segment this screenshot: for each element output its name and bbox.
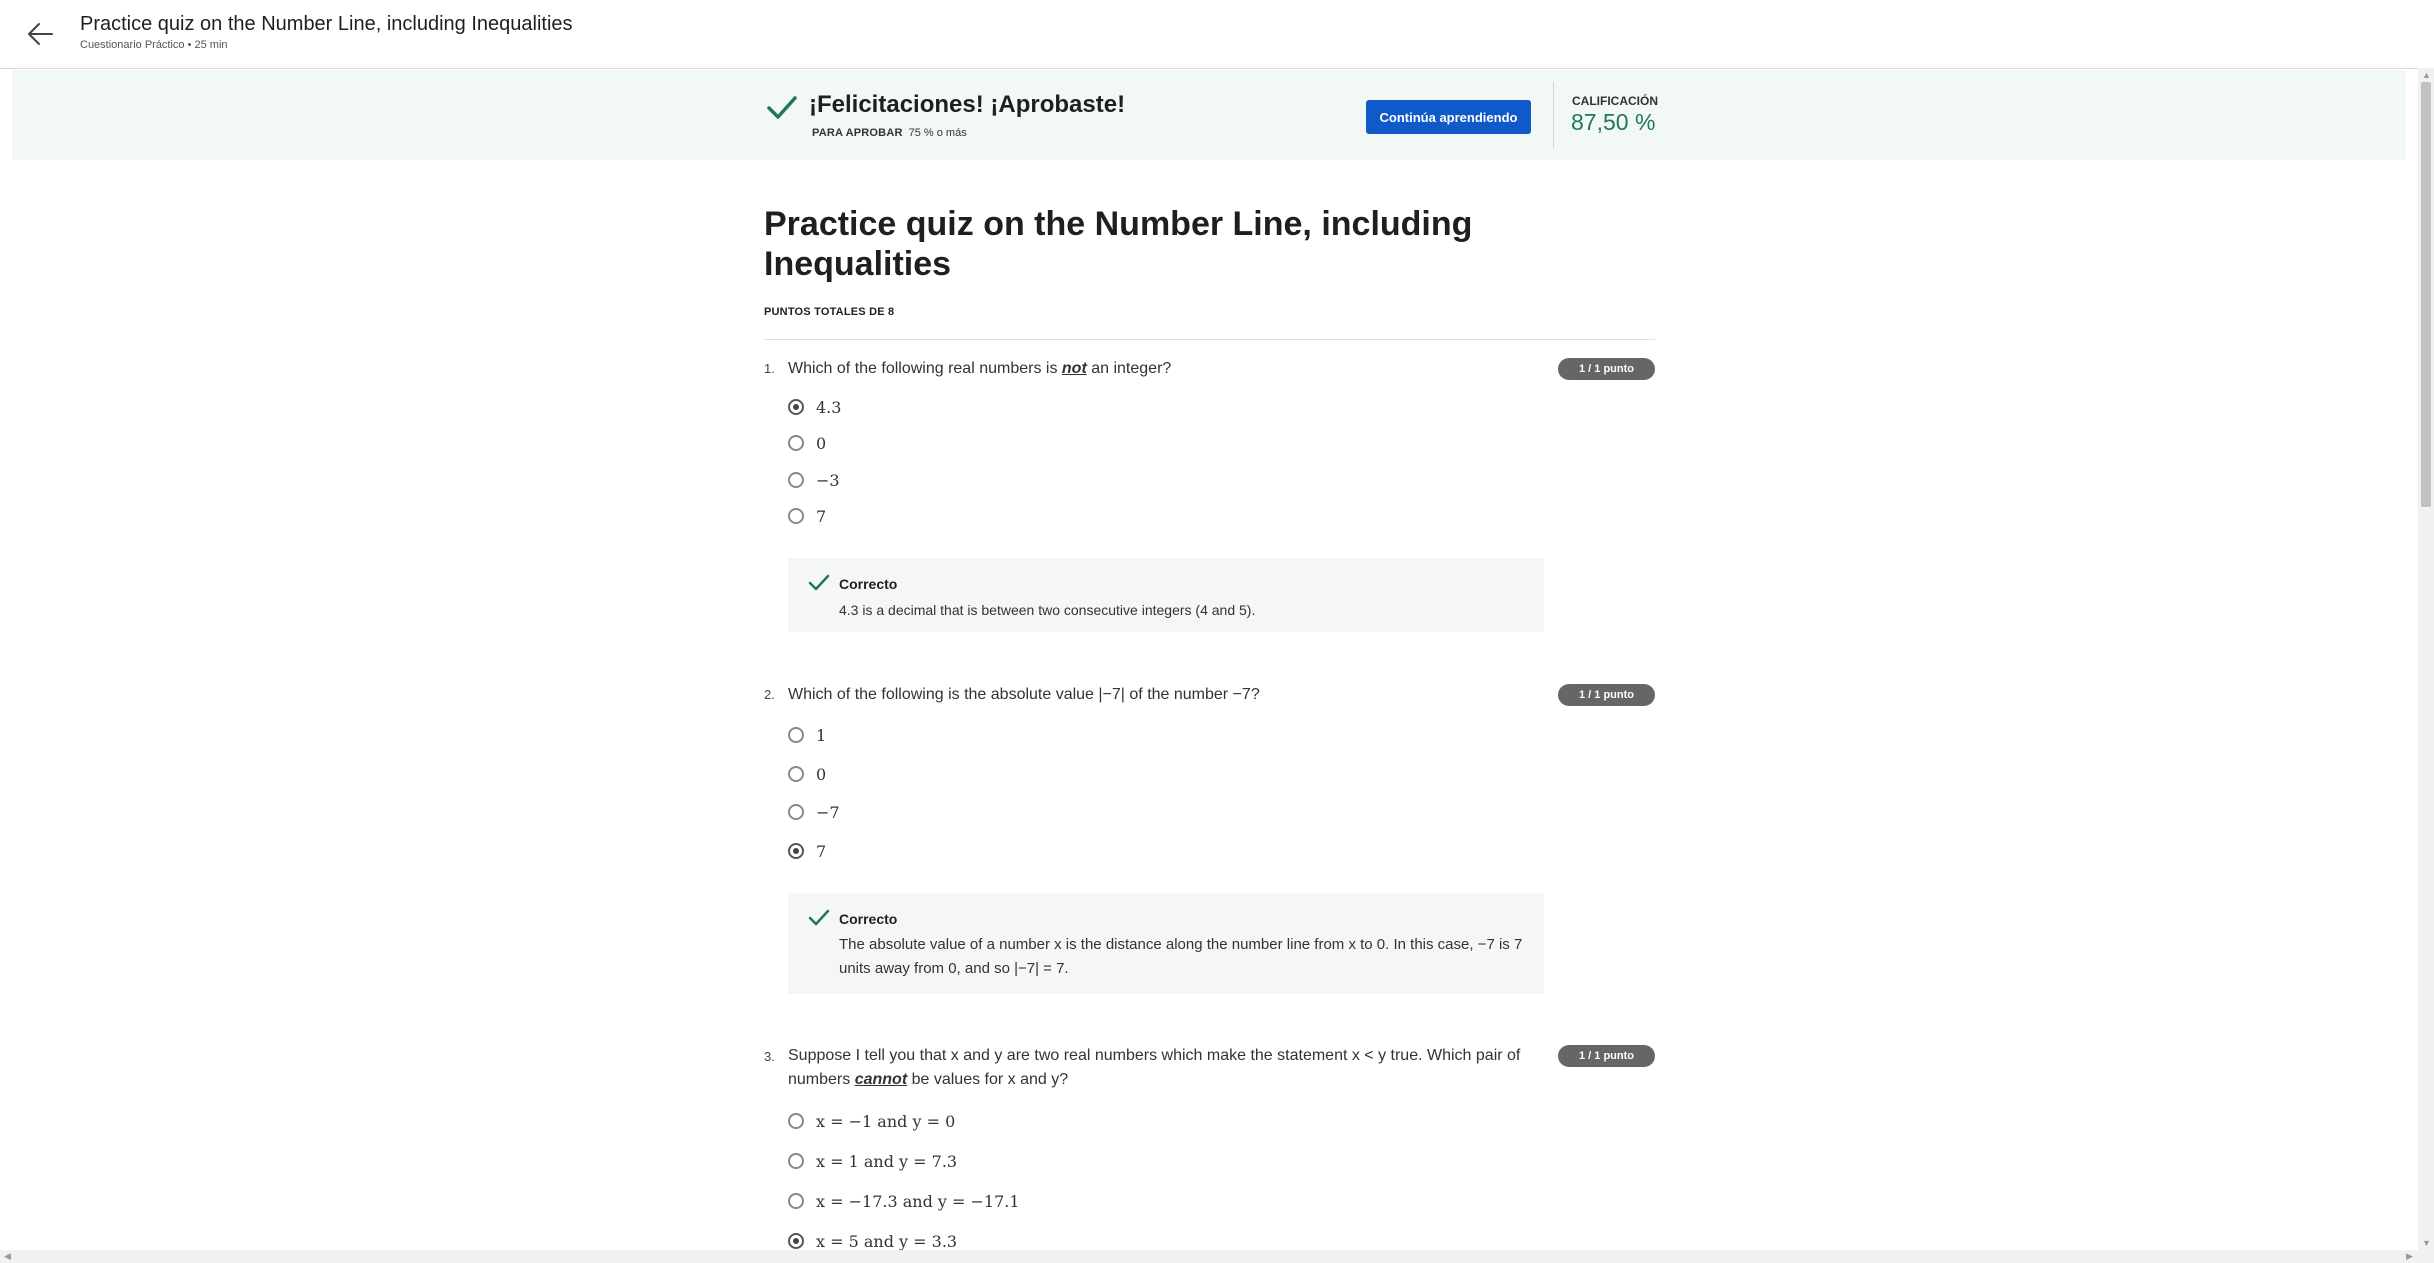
feedback-box: Correcto 4.3 is a decimal that is betwee… bbox=[788, 558, 1544, 632]
answer-option[interactable]: 0 bbox=[788, 762, 826, 786]
question-text: Which of the following is the absolute v… bbox=[788, 686, 1260, 703]
question-text-part: an integer? bbox=[1086, 360, 1172, 377]
feedback-title: Correcto bbox=[839, 911, 898, 927]
answer-option[interactable]: x = −17.3 and y = −17.1 bbox=[788, 1189, 1020, 1213]
radio-button[interactable] bbox=[788, 472, 804, 488]
points-badge: 1 / 1 punto bbox=[1558, 1045, 1655, 1067]
answer-option[interactable]: x = 1 and y = 7.3 bbox=[788, 1149, 957, 1173]
question-number: 1. bbox=[764, 361, 775, 376]
feedback-box: Correcto The absolute value of a number … bbox=[788, 893, 1544, 994]
grade-label: CALIFICACIÓN bbox=[1572, 94, 1658, 108]
grade-value: 87,50 % bbox=[1571, 109, 1656, 135]
option-label: 4.3 bbox=[816, 397, 842, 417]
points-badge: 1 / 1 punto bbox=[1558, 684, 1655, 706]
option-label: 7 bbox=[816, 506, 827, 526]
check-icon bbox=[808, 909, 830, 927]
feedback-text: 4.3 is a decimal that is between two con… bbox=[839, 602, 1256, 618]
option-label: x = −17.3 and y = −17.1 bbox=[816, 1191, 1020, 1211]
radio-button[interactable] bbox=[788, 766, 804, 782]
header-subtitle: Cuestionario Práctico • 25 min bbox=[80, 39, 228, 51]
banner-divider bbox=[1553, 82, 1554, 148]
pass-message: ¡Felicitaciones! ¡Aprobaste! bbox=[809, 91, 1126, 118]
radio-button[interactable] bbox=[788, 727, 804, 743]
result-banner bbox=[12, 70, 2406, 160]
option-label: x = 5 and y = 3.3 bbox=[816, 1231, 958, 1251]
option-label: −3 bbox=[816, 470, 840, 490]
radio-button[interactable] bbox=[788, 843, 804, 859]
radio-button[interactable] bbox=[788, 508, 804, 524]
option-label: 0 bbox=[816, 433, 827, 453]
scroll-up-arrow-icon[interactable]: ▲ bbox=[2422, 70, 2431, 80]
question-text-part: be values for x and y? bbox=[907, 1071, 1069, 1088]
radio-button[interactable] bbox=[788, 1113, 804, 1129]
question-number: 3. bbox=[764, 1049, 775, 1064]
feedback-title: Correcto bbox=[839, 576, 898, 592]
question-text: Which of the following real numbers is n… bbox=[788, 357, 1548, 381]
pass-threshold: PARA APROBAR 75 % o más bbox=[812, 127, 967, 139]
pass-label: PARA APROBAR bbox=[812, 127, 903, 139]
option-label: 7 bbox=[816, 841, 827, 861]
points-total: PUNTOS TOTALES DE 8 bbox=[764, 306, 895, 318]
check-icon bbox=[766, 95, 798, 121]
back-arrow-icon[interactable] bbox=[22, 18, 58, 50]
option-label: x = 1 and y = 7.3 bbox=[816, 1151, 958, 1171]
answer-option[interactable]: 1 bbox=[788, 723, 826, 747]
option-label: −7 bbox=[816, 802, 840, 822]
check-icon bbox=[808, 574, 830, 592]
radio-button[interactable] bbox=[788, 1153, 804, 1169]
scroll-down-arrow-icon[interactable]: ▼ bbox=[2422, 1238, 2431, 1248]
feedback-text: The absolute value of a number x is the … bbox=[839, 936, 1523, 977]
question-number: 2. bbox=[764, 687, 775, 702]
points-badge: 1 / 1 punto bbox=[1558, 358, 1655, 380]
answer-option[interactable]: −3 bbox=[788, 468, 840, 492]
answer-option[interactable]: 4.3 bbox=[788, 395, 841, 419]
radio-button[interactable] bbox=[788, 1193, 804, 1209]
answer-option[interactable]: 7 bbox=[788, 504, 826, 528]
question-emphasis: cannot bbox=[854, 1071, 908, 1088]
radio-button[interactable] bbox=[788, 1233, 804, 1249]
radio-button[interactable] bbox=[788, 435, 804, 451]
question-text-part: Which of the following real numbers is bbox=[788, 360, 1062, 377]
scroll-right-arrow-icon[interactable]: ▶ bbox=[2406, 1251, 2413, 1262]
divider bbox=[764, 339, 1655, 340]
answer-option[interactable]: 7 bbox=[788, 839, 826, 863]
question-text: Suppose I tell you that x and y are two … bbox=[788, 1044, 1548, 1092]
pass-value: 75 % o más bbox=[908, 127, 967, 139]
option-label: x = −1 and y = 0 bbox=[816, 1111, 956, 1131]
radio-button[interactable] bbox=[788, 399, 804, 415]
question-emphasis: not bbox=[1061, 360, 1087, 377]
answer-option[interactable]: 0 bbox=[788, 431, 826, 455]
scroll-left-arrow-icon[interactable]: ◀ bbox=[4, 1251, 11, 1262]
header-title: Practice quiz on the Number Line, includ… bbox=[80, 13, 573, 35]
answer-option[interactable]: x = −1 and y = 0 bbox=[788, 1109, 955, 1133]
radio-button[interactable] bbox=[788, 804, 804, 820]
page-title: Practice quiz on the Number Line, includ… bbox=[764, 205, 1473, 283]
top-header: Practice quiz on the Number Line, includ… bbox=[0, 0, 2418, 69]
answer-option[interactable]: −7 bbox=[788, 800, 840, 824]
option-label: 1 bbox=[816, 725, 827, 745]
option-label: 0 bbox=[816, 764, 827, 784]
continue-learning-button[interactable]: Continúa aprendiendo bbox=[1366, 100, 1531, 134]
horizontal-scrollbar[interactable] bbox=[0, 1250, 2434, 1263]
vertical-scrollbar-thumb[interactable] bbox=[2421, 82, 2431, 507]
